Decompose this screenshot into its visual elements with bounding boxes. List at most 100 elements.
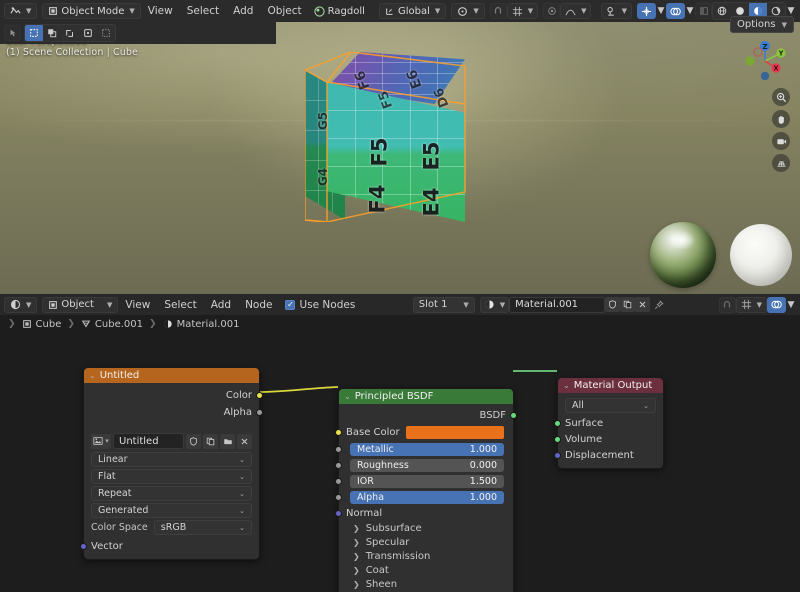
- object-visibility-selector[interactable]: ▼: [601, 3, 632, 19]
- metallic-sphere[interactable]: [650, 222, 716, 288]
- socket-alpha[interactable]: [256, 409, 263, 416]
- collapse-chevron-icon[interactable]: ⌄: [563, 381, 570, 390]
- node-input-normal[interactable]: Normal: [339, 505, 513, 521]
- snap-magnet-icon[interactable]: [719, 297, 736, 313]
- breadcrumb-item-object[interactable]: Cube: [22, 319, 62, 330]
- breadcrumb-item-material[interactable]: Material.001: [163, 319, 240, 330]
- transform-orientation-selector[interactable]: Global ▼: [379, 3, 446, 19]
- menu-view[interactable]: View: [141, 5, 180, 17]
- node-input-vector[interactable]: Vector: [84, 538, 259, 554]
- show-overlays-toggle[interactable]: [666, 3, 685, 19]
- output-target-dropdown[interactable]: All ⌄: [565, 398, 656, 413]
- chevron-down-icon[interactable]: ▼: [786, 297, 796, 313]
- node-principled-bsdf-header[interactable]: ⌄ Principled BSDF: [339, 389, 513, 404]
- pan-hand-icon[interactable]: [772, 110, 790, 128]
- shader-menu-select[interactable]: Select: [157, 299, 203, 311]
- menu-select[interactable]: Select: [180, 5, 226, 17]
- node-output-alpha[interactable]: Alpha: [84, 404, 259, 420]
- node-input-alpha[interactable]: Alpha 1.000: [339, 489, 513, 505]
- select-box-icon[interactable]: [25, 25, 43, 41]
- shader-menu-add[interactable]: Add: [204, 299, 238, 311]
- node-input-surface[interactable]: Surface: [558, 415, 663, 431]
- material-browse-button[interactable]: ▼: [480, 297, 509, 313]
- image-datablock-row[interactable]: ▾ Untitled: [91, 433, 252, 449]
- viewport-3d[interactable]: F5E5F4E4F6E6F5D6G5G4 ▼ Object Mode ▼ Vie…: [0, 0, 800, 294]
- node-image-texture-header[interactable]: ⌄ Untitled: [84, 368, 259, 383]
- shader-type-selector[interactable]: Object ▼: [42, 297, 118, 313]
- node-panel-subsurface[interactable]: ❯Subsurface: [339, 521, 513, 535]
- open-image-icon[interactable]: [220, 434, 235, 449]
- select-circle-icon[interactable]: [43, 25, 61, 41]
- shield-fake-user-icon[interactable]: [605, 297, 620, 312]
- node-input-displacement[interactable]: Displacement: [558, 447, 663, 463]
- socket-alpha-in[interactable]: [335, 494, 342, 501]
- duplicate-icon[interactable]: [620, 297, 635, 312]
- socket-roughness[interactable]: [335, 462, 342, 469]
- socket-bsdf[interactable]: [510, 412, 517, 419]
- material-slot-selector[interactable]: Slot 1 ▼: [413, 297, 475, 313]
- mode-selector[interactable]: Object Mode ▼: [42, 3, 140, 19]
- node-input-ior[interactable]: IOR 1.500: [339, 473, 513, 489]
- socket-volume[interactable]: [554, 436, 561, 443]
- socket-displacement[interactable]: [554, 452, 561, 459]
- image-name-field[interactable]: Untitled: [113, 433, 184, 449]
- source-dropdown[interactable]: Generated ⌄: [91, 503, 252, 518]
- node-image-texture[interactable]: ⌄ Untitled Color Alpha: [83, 367, 260, 560]
- shader-editor[interactable]: ▼ Object ▼ View Select Add Node ✓ Use No…: [0, 294, 800, 592]
- shader-menu-node[interactable]: Node: [238, 299, 279, 311]
- snap-to-selector[interactable]: ▼: [507, 3, 538, 19]
- node-panel-specular[interactable]: ❯Specular: [339, 535, 513, 549]
- node-overlays-toggle[interactable]: [767, 297, 786, 313]
- select-box-3-icon[interactable]: [97, 25, 115, 41]
- node-input-roughness[interactable]: Roughness 0.000: [339, 457, 513, 473]
- alpha-slider[interactable]: Alpha 1.000: [350, 491, 504, 504]
- chevron-down-icon[interactable]: ▼: [685, 3, 695, 19]
- snap-grid-selector[interactable]: ▼: [736, 297, 767, 313]
- material-name-field[interactable]: Material.001: [509, 297, 605, 313]
- node-panel-coat[interactable]: ❯Coat: [339, 563, 513, 577]
- navigation-gizmo[interactable]: Z Y X: [738, 34, 792, 88]
- projection-dropdown[interactable]: Flat ⌄: [91, 469, 252, 484]
- proportional-editing-icon[interactable]: [543, 3, 560, 19]
- node-input-base-color[interactable]: Base Color: [339, 424, 513, 441]
- socket-ior[interactable]: [335, 478, 342, 485]
- select-box-2-icon[interactable]: [79, 25, 97, 41]
- socket-metallic[interactable]: [335, 446, 342, 453]
- interpolation-dropdown[interactable]: Linear ⌄: [91, 452, 252, 467]
- collapse-chevron-icon[interactable]: ⌄: [344, 392, 351, 401]
- menu-add[interactable]: Add: [226, 5, 260, 17]
- show-gizmo-toggle[interactable]: [637, 3, 656, 19]
- node-input-volume[interactable]: Volume: [558, 431, 663, 447]
- use-nodes-checkbox[interactable]: ✓ Use Nodes: [279, 299, 361, 311]
- socket-color[interactable]: [256, 392, 263, 399]
- cube-object[interactable]: F5E5F4E4F6E6F5D6G5G4: [305, 52, 490, 222]
- options-button[interactable]: Options ▼: [730, 16, 794, 33]
- shading-wireframe-icon[interactable]: [713, 3, 731, 19]
- colorspace-dropdown[interactable]: sRGB ⌄: [154, 520, 252, 535]
- shader-menu-view[interactable]: View: [118, 299, 157, 311]
- node-principled-bsdf[interactable]: ⌄ Principled BSDF BSDF Base Color: [338, 388, 514, 592]
- image-browse-icon[interactable]: ▾: [91, 434, 111, 449]
- snap-magnet-icon[interactable]: [490, 3, 507, 19]
- select-mode-group[interactable]: [24, 24, 116, 42]
- new-image-icon[interactable]: [203, 434, 218, 449]
- extension-dropdown[interactable]: Repeat ⌄: [91, 486, 252, 501]
- node-material-output-header[interactable]: ⌄ Material Output: [558, 378, 663, 393]
- metallic-slider[interactable]: Metallic 1.000: [350, 443, 504, 456]
- socket-base-color[interactable]: [335, 429, 342, 436]
- node-output-bsdf[interactable]: BSDF: [339, 407, 513, 424]
- close-x-icon[interactable]: [635, 297, 650, 312]
- menu-ragdoll[interactable]: Ragdoll: [309, 3, 370, 19]
- pivot-point-selector[interactable]: ▼: [451, 3, 484, 19]
- menu-object[interactable]: Object: [260, 5, 308, 17]
- socket-normal[interactable]: [335, 510, 342, 517]
- diffuse-sphere[interactable]: [730, 224, 792, 286]
- node-output-color[interactable]: Color: [84, 386, 259, 404]
- proportional-falloff-selector[interactable]: ▼: [560, 3, 591, 19]
- node-material-output[interactable]: ⌄ Material Output All ⌄ Surface Volume: [557, 377, 664, 469]
- socket-vector[interactable]: [80, 543, 87, 550]
- unlink-icon[interactable]: [237, 434, 252, 449]
- tool-tweak-icon[interactable]: [4, 25, 21, 41]
- zoom-icon[interactable]: [772, 88, 790, 106]
- node-canvas[interactable]: ⌄ Untitled Color Alpha: [0, 333, 800, 592]
